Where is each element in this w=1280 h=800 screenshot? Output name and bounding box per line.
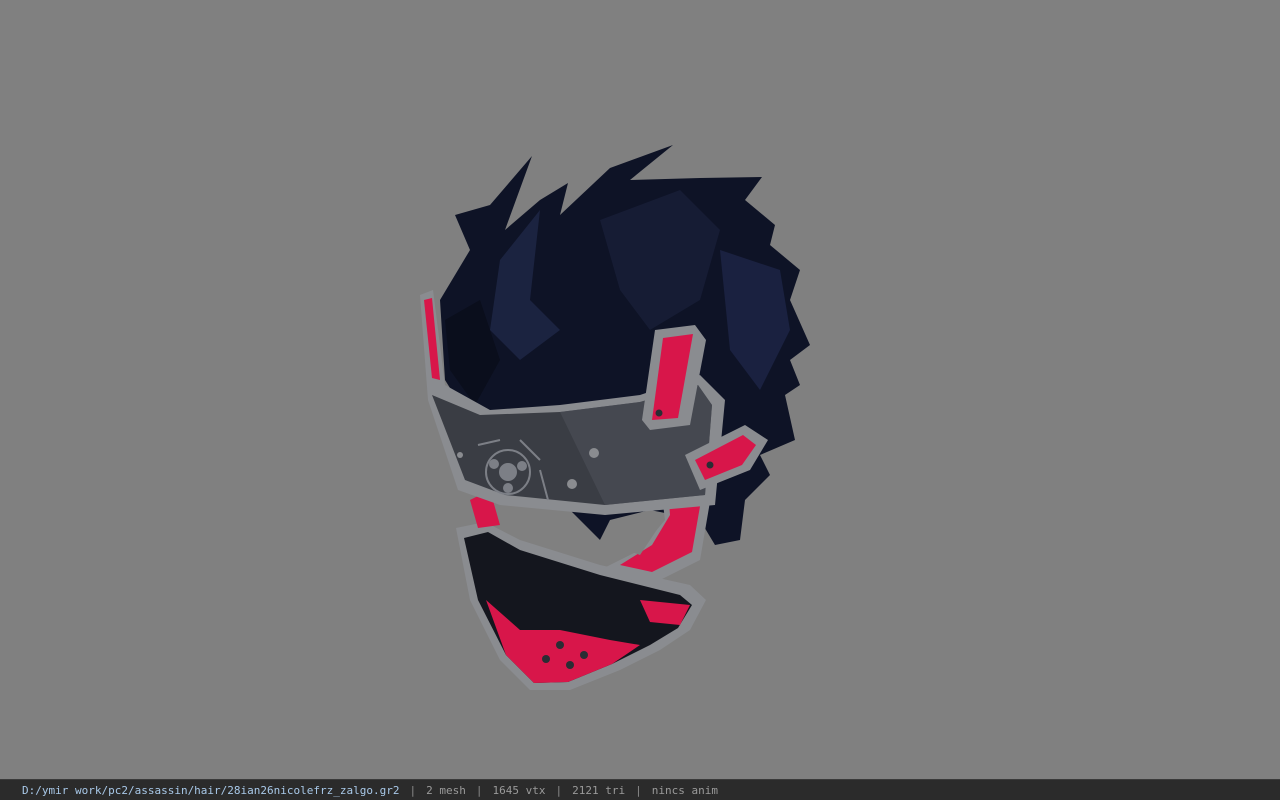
animation-status: nincs anim (651, 783, 718, 797)
separator: | (555, 783, 563, 797)
mesh-count: 2 mesh (426, 783, 466, 797)
status-bar: D:/ymir work/pc2/assassin/hair/28ian26ni… (0, 779, 1280, 800)
separator: | (475, 783, 483, 797)
model-render[interactable] (0, 0, 1280, 779)
triangle-count: 2121 tri (572, 783, 626, 797)
separator: | (409, 783, 417, 797)
separator: | (635, 783, 642, 797)
file-path: D:/ymir work/pc2/assassin/hair/28ian26ni… (22, 783, 400, 797)
vertex-count: 1645 vtx (492, 783, 546, 797)
3d-viewport[interactable] (0, 0, 1280, 779)
